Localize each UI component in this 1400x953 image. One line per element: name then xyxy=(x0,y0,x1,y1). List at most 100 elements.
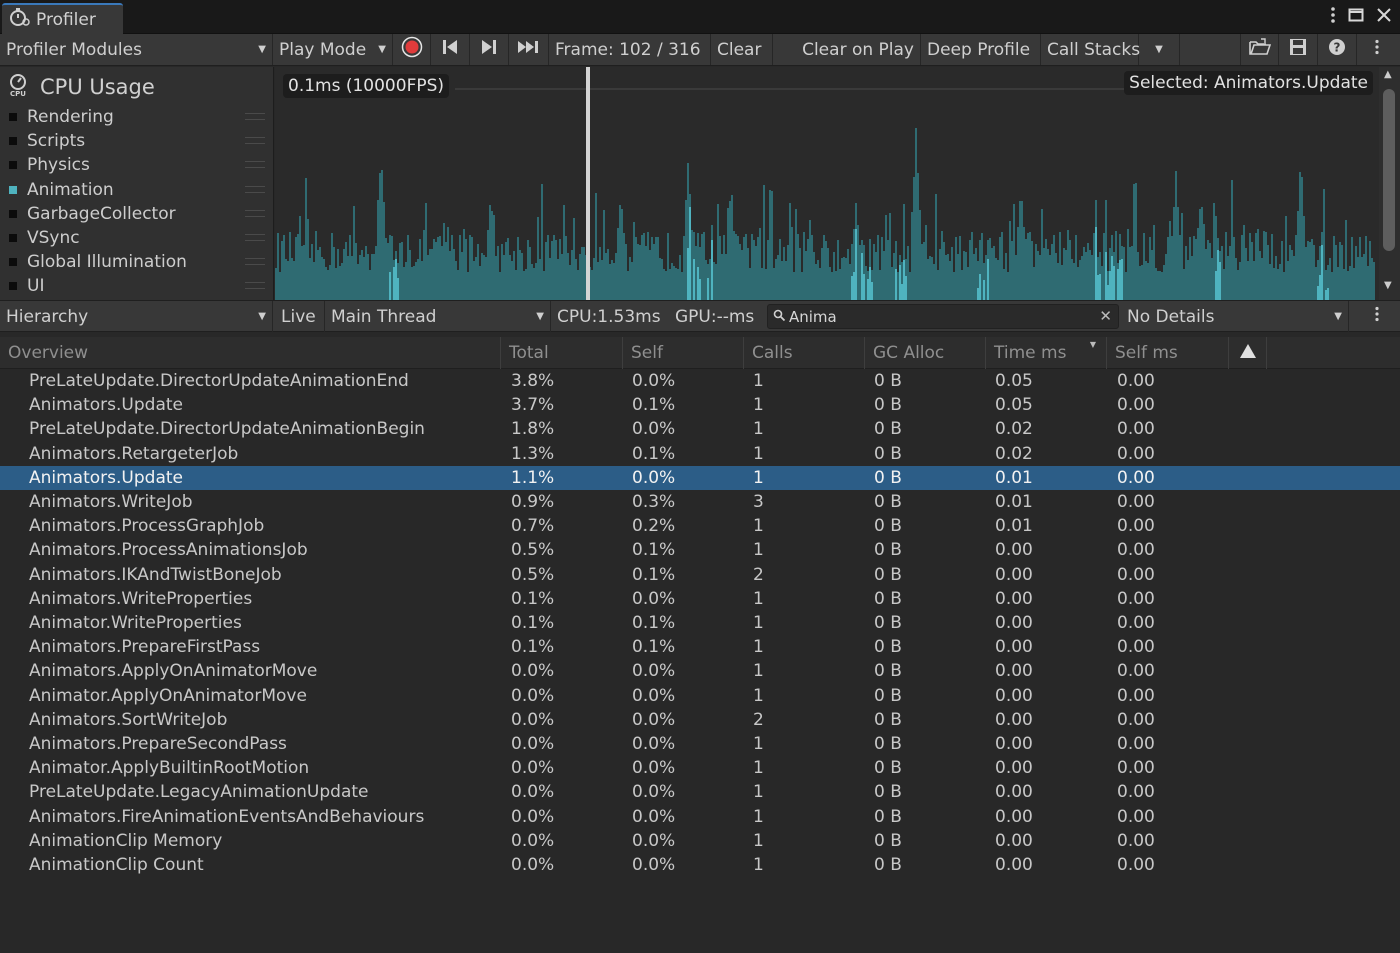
current-frame-button[interactable] xyxy=(509,34,549,65)
drag-handle-icon[interactable] xyxy=(245,137,265,145)
table-row[interactable]: Animators.IKAndTwistBoneJob 0.5% 0.1% 2 0 B 0… xyxy=(0,563,1400,587)
cell-self: 0.0% xyxy=(632,371,676,391)
cpu-usage-chart[interactable]: 0.1ms (10000FPS) Selected: Animators.Upd… xyxy=(275,67,1379,300)
table-row[interactable]: Animators.WriteProperties 0.1% 0.0% 1 0 B 0.0… xyxy=(0,587,1400,611)
drag-handle-icon[interactable] xyxy=(245,234,265,241)
clear-on-play-toggle[interactable]: Clear on Play xyxy=(773,34,921,65)
drag-handle-icon[interactable] xyxy=(245,185,265,193)
details-dropdown[interactable]: No Details ▼ xyxy=(1121,301,1349,332)
table-row[interactable]: Animator.ApplyBuiltinRootMotion 0.0% 0.0% 1… xyxy=(0,756,1400,780)
legend-item[interactable]: Physics xyxy=(9,153,269,177)
cell-gc-alloc: 0 B xyxy=(874,516,902,537)
column-header-total[interactable]: Total xyxy=(501,337,623,369)
next-frame-button[interactable] xyxy=(470,34,509,65)
toolbar-menu-button[interactable] xyxy=(1357,34,1397,65)
play-mode-dropdown[interactable]: Play Mode ▼ xyxy=(273,34,393,65)
chart-bar xyxy=(953,272,955,300)
search-input[interactable]: Anima xyxy=(789,308,837,326)
table-row[interactable]: AnimationClip Memory 0.0% 0.0% 1 0 B 0.00 0.00 xyxy=(0,829,1400,853)
column-header-self[interactable]: Self xyxy=(623,337,744,369)
chart-bar xyxy=(1355,246,1357,300)
chart-bar xyxy=(929,256,931,300)
table-row[interactable]: Animators.WriteJob 0.9% 0.3% 3 0 B 0.01 0.00 xyxy=(0,490,1400,514)
table-row[interactable]: Animator.ApplyOnAnimatorMove 0.0% 0.0% 1 0 B… xyxy=(0,684,1400,708)
clear-search-icon[interactable]: ✕ xyxy=(1099,307,1112,325)
table-row[interactable]: Animators.PrepareSecondPass 0.0% 0.0% 1 0 B 0… xyxy=(0,732,1400,756)
table-row[interactable]: Animators.ApplyOnAnimatorMove 0.0% 0.0% 1 0 … xyxy=(0,659,1400,683)
previous-frame-button[interactable] xyxy=(431,34,470,65)
column-header-time-ms[interactable]: Time ms ▼ xyxy=(986,337,1107,369)
scrollbar-thumb[interactable] xyxy=(1383,89,1395,251)
column-header-self-ms[interactable]: Self ms xyxy=(1107,337,1229,369)
kebab-menu-icon[interactable] xyxy=(1330,6,1336,29)
drag-handle-icon[interactable] xyxy=(245,113,265,120)
chart-scrollbar[interactable]: ▲ ▼ xyxy=(1379,67,1400,300)
help-button[interactable]: ? xyxy=(1318,34,1357,65)
chart-bar-highlight xyxy=(871,282,873,300)
scroll-up-icon[interactable]: ▲ xyxy=(1384,69,1392,80)
table-row[interactable]: PreLateUpdate.LegacyAnimationUpdate 0.0% 0… xyxy=(0,780,1400,804)
chart-bar xyxy=(823,235,825,300)
cell-self-ms: 0.00 xyxy=(1117,371,1155,391)
view-type-dropdown[interactable]: Hierarchy ▼ xyxy=(0,301,273,332)
chart-graph[interactable] xyxy=(275,67,1379,300)
search-field[interactable]: Anima ✕ xyxy=(767,304,1119,329)
legend-item[interactable]: Scripts xyxy=(9,129,269,153)
thread-dropdown[interactable]: Main Thread ▼ xyxy=(325,301,551,332)
legend-item[interactable]: Animation xyxy=(9,178,269,202)
live-toggle[interactable]: Live xyxy=(275,301,325,332)
cpu-usage-module-panel[interactable]: CPU CPU Usage Rendering Scripts Physics Ani… xyxy=(0,67,274,300)
close-icon[interactable] xyxy=(1376,7,1392,28)
details-menu-button[interactable] xyxy=(1357,301,1397,332)
cell-time-ms: 0.00 xyxy=(995,661,1033,682)
table-row[interactable]: PreLateUpdate.DirectorUpdateAnimationEnd… xyxy=(0,369,1400,393)
table-row[interactable]: Animators.Update 1.1% 0.0% 1 0 B 0.01 0.00 xyxy=(0,465,1400,490)
legend-item[interactable]: UI xyxy=(9,274,269,298)
legend-item[interactable]: GarbageCollector xyxy=(9,202,269,226)
drag-handle-icon[interactable] xyxy=(245,282,265,290)
table-row[interactable]: Animator.WriteProperties 0.1% 0.1% 1 0 B 0.00… xyxy=(0,611,1400,635)
call-stacks-toggle[interactable]: Call Stacks xyxy=(1041,34,1140,65)
cell-name: Animators.SortWriteJob xyxy=(29,709,228,730)
table-row[interactable]: AnimationClip Count 0.0% 0.0% 1 0 B 0.00 0.00 xyxy=(0,853,1400,877)
cell-name: Animator.ApplyOnAnimatorMove xyxy=(29,685,307,706)
frame-counter: Frame: 102 / 316 xyxy=(549,34,711,65)
legend-item[interactable]: Global Illumination xyxy=(9,250,269,274)
table-row[interactable]: PreLateUpdate.DirectorUpdateAnimationBeg… xyxy=(0,417,1400,441)
drag-handle-icon[interactable] xyxy=(245,209,265,217)
call-stacks-dropdown[interactable]: ▼ xyxy=(1139,34,1180,65)
drag-handle-icon[interactable] xyxy=(245,161,265,169)
drag-handle-icon[interactable] xyxy=(245,258,265,266)
table-row[interactable]: Animators.FireAnimationEventsAndBehaviou… xyxy=(0,805,1400,829)
warning-column-header[interactable] xyxy=(1229,337,1267,369)
profiler-tab[interactable]: Profiler xyxy=(2,3,123,34)
clear-button[interactable]: Clear xyxy=(711,34,773,65)
load-button[interactable] xyxy=(1240,34,1279,65)
save-button[interactable] xyxy=(1279,34,1318,65)
table-row[interactable]: Animators.PrepareFirstPass 0.1% 0.1% 1 0 B 0.… xyxy=(0,635,1400,659)
legend-item[interactable]: Rendering xyxy=(9,105,269,129)
table-row[interactable]: Animators.ProcessGraphJob 0.7% 0.2% 1 0 B 0.0… xyxy=(0,514,1400,538)
table-row[interactable]: Animators.Update 3.7% 0.1% 1 0 B 0.05 0.00 xyxy=(0,393,1400,417)
column-header-gc-alloc[interactable]: GC Alloc xyxy=(865,337,986,369)
deep-profile-toggle[interactable]: Deep Profile xyxy=(921,34,1041,65)
chart-bar-highlight xyxy=(983,280,985,300)
table-row[interactable]: Animators.RetargeterJob 1.3% 0.1% 1 0 B 0.02 0… xyxy=(0,442,1400,466)
column-header-overview[interactable]: Overview xyxy=(0,337,501,369)
table-row[interactable]: Animators.ProcessAnimationsJob 0.5% 0.1% 1 0… xyxy=(0,538,1400,562)
chart-bar xyxy=(443,223,445,300)
hierarchy-table-body[interactable]: PreLateUpdate.DirectorUpdateAnimationEnd… xyxy=(0,369,1400,953)
legend-item[interactable]: VSync xyxy=(9,226,269,250)
table-row[interactable]: Animators.SortWriteJob 0.0% 0.0% 2 0 B 0.00 0.… xyxy=(0,708,1400,732)
chart-bar xyxy=(921,244,923,300)
step-back-icon xyxy=(442,39,458,60)
maximize-icon[interactable] xyxy=(1348,7,1364,28)
chart-bar xyxy=(1011,241,1013,300)
record-button[interactable] xyxy=(393,34,431,65)
scroll-down-icon[interactable]: ▼ xyxy=(1384,280,1392,291)
column-header-calls[interactable]: Calls xyxy=(744,337,865,369)
frame-selection-marker[interactable] xyxy=(586,67,590,300)
chart-bar-highlight xyxy=(1105,252,1107,300)
profiler-modules-dropdown[interactable]: Profiler Modules ▼ xyxy=(0,34,273,65)
chart-bar xyxy=(1185,246,1187,300)
